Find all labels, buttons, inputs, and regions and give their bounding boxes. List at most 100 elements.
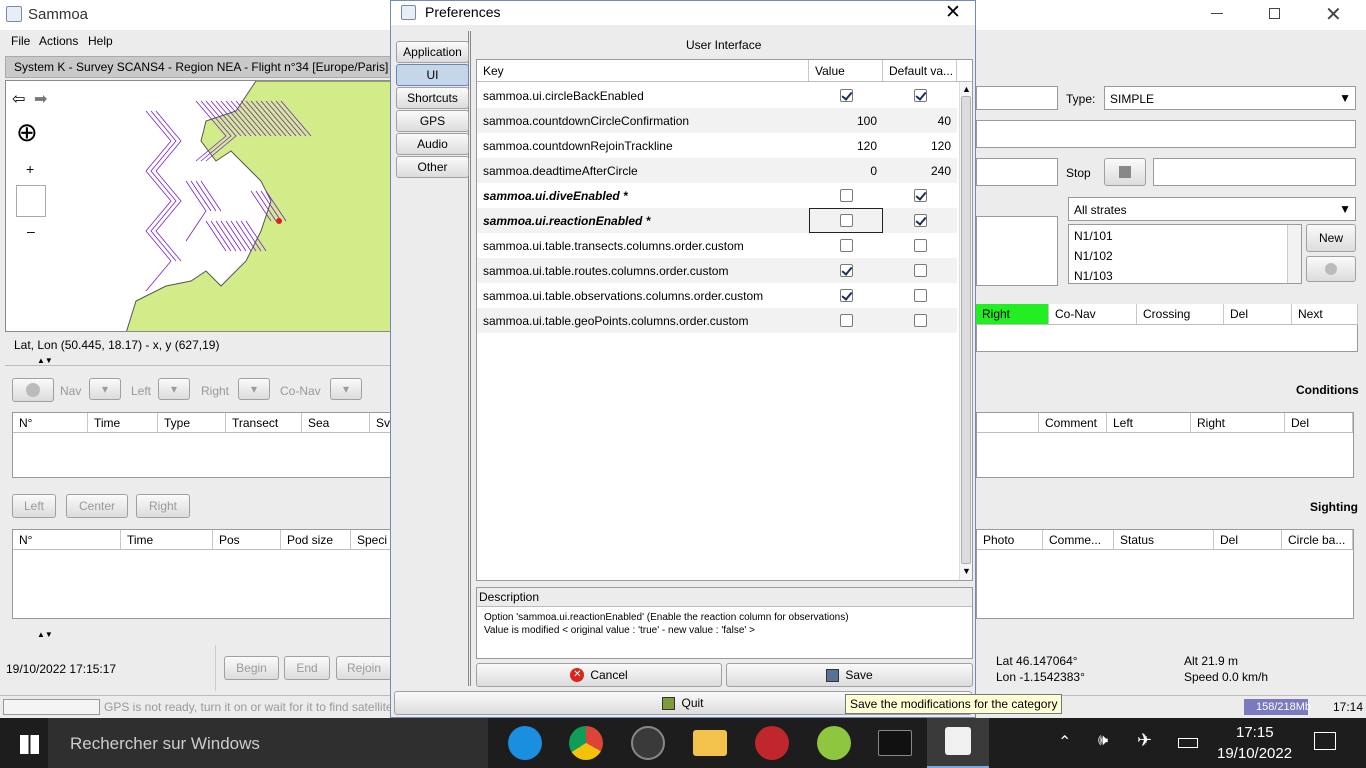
- pan-control-icon[interactable]: ⊕: [16, 117, 38, 148]
- pref-row[interactable]: sammoa.ui.table.routes.columns.order.cus…: [477, 258, 957, 283]
- prefs-table[interactable]: Key Value Default va... sammoa.ui.circle…: [476, 59, 973, 581]
- close-icon[interactable]: ✕: [1325, 2, 1342, 27]
- value-checkbox[interactable]: [839, 289, 853, 302]
- pref-default-cell[interactable]: [883, 208, 957, 233]
- start-field[interactable]: [976, 158, 1058, 186]
- transect-item[interactable]: N1/102: [1069, 245, 1301, 265]
- transect-field[interactable]: [976, 86, 1058, 110]
- pref-row[interactable]: sammoa.ui.table.geoPoints.columns.order.…: [477, 308, 957, 333]
- pref-value-cell[interactable]: [809, 258, 883, 283]
- pref-default-cell[interactable]: [883, 83, 957, 108]
- cond-col-right[interactable]: Right: [1191, 413, 1285, 432]
- close-icon[interactable]: ✕: [945, 1, 961, 24]
- rejoin-button[interactable]: Rejoin: [336, 656, 392, 680]
- pref-value-cell[interactable]: [809, 283, 883, 308]
- col-value[interactable]: Value: [809, 60, 883, 81]
- stop-button[interactable]: [1104, 158, 1146, 186]
- volume-icon[interactable]: 🕪: [1098, 732, 1108, 750]
- value-checkbox[interactable]: [839, 239, 853, 252]
- nav-col-del[interactable]: Del: [1224, 304, 1292, 324]
- file-explorer-icon[interactable]: [693, 730, 727, 756]
- obs-col-transect[interactable]: Transect: [226, 413, 302, 432]
- transect-scrollbar[interactable]: [1287, 225, 1301, 283]
- pref-value-cell[interactable]: 100: [809, 108, 883, 133]
- obs-col-type[interactable]: Type: [158, 413, 226, 432]
- nav-col-crossing[interactable]: Crossing: [1137, 304, 1224, 324]
- pos-left-button[interactable]: Left: [12, 494, 56, 518]
- transect-item[interactable]: N1/103: [1069, 265, 1301, 283]
- pref-default-cell[interactable]: [883, 308, 957, 333]
- pref-value-cell[interactable]: [809, 208, 883, 233]
- pref-value-cell[interactable]: [809, 308, 883, 333]
- obs-col-sv[interactable]: Sv: [370, 413, 391, 432]
- pan-left-icon[interactable]: ⇦: [12, 89, 25, 109]
- category-shortcuts[interactable]: Shortcuts: [396, 87, 469, 109]
- route-field[interactable]: [976, 120, 1356, 148]
- edge-icon[interactable]: [508, 726, 542, 760]
- pref-row[interactable]: sammoa.ui.table.transects.columns.order.…: [477, 233, 957, 258]
- pref-row[interactable]: sammoa.ui.table.observations.columns.ord…: [477, 283, 957, 308]
- notification-icon[interactable]: [1314, 732, 1336, 750]
- end-button[interactable]: End: [284, 656, 330, 680]
- menu-help[interactable]: Help: [88, 34, 113, 48]
- category-audio[interactable]: Audio: [396, 133, 469, 155]
- obs-record-button[interactable]: [12, 378, 54, 402]
- pref-default-cell[interactable]: [883, 283, 957, 308]
- pref-value-cell[interactable]: 0: [809, 158, 883, 183]
- maximize-icon[interactable]: [1269, 8, 1280, 19]
- transect-item[interactable]: N1/101: [1069, 225, 1301, 245]
- tray-chevron-icon[interactable]: ⌃: [1058, 732, 1071, 752]
- gimp-icon[interactable]: [631, 726, 665, 760]
- bug-app-icon[interactable]: [755, 726, 789, 760]
- obs-col-num[interactable]: N°: [13, 413, 88, 432]
- pref-default-cell[interactable]: 40: [883, 108, 957, 133]
- obs-col-sea[interactable]: Sea: [302, 413, 370, 432]
- sight-col-pos[interactable]: Pos: [213, 530, 281, 549]
- default-checkbox[interactable]: [913, 239, 927, 252]
- sr-col-circle[interactable]: Circle ba...: [1282, 530, 1353, 549]
- sight-col-podsize[interactable]: Pod size: [281, 530, 351, 549]
- zoom-slider[interactable]: [16, 185, 46, 217]
- transect-record-button[interactable]: [1306, 256, 1356, 282]
- col-default[interactable]: Default va...: [883, 60, 957, 81]
- zoom-out-icon[interactable]: –: [27, 223, 35, 239]
- default-checkbox[interactable]: [913, 189, 927, 202]
- value-checkbox[interactable]: [839, 314, 853, 327]
- zoom-in-icon[interactable]: +: [26, 161, 34, 177]
- value-checkbox[interactable]: [839, 214, 853, 227]
- transect-list[interactable]: N1/101 N1/102 N1/103: [1068, 224, 1302, 284]
- category-ui[interactable]: UI: [396, 64, 469, 86]
- menu-file[interactable]: File: [11, 34, 30, 48]
- pref-row[interactable]: sammoa.countdownCircleConfirmation 100 40: [477, 108, 957, 133]
- save-button[interactable]: Save: [726, 663, 973, 687]
- default-checkbox[interactable]: [913, 214, 927, 227]
- splitter-top[interactable]: ▲▼: [5, 356, 393, 366]
- pref-row[interactable]: sammoa.countdownRejoinTrackline 120 120: [477, 133, 957, 158]
- scroll-down-icon[interactable]: ▼: [962, 566, 971, 576]
- obs-col-time[interactable]: Time: [88, 413, 158, 432]
- default-checkbox[interactable]: [913, 289, 927, 302]
- notes-area[interactable]: [976, 216, 1058, 286]
- stop-field[interactable]: [1153, 158, 1356, 186]
- prefs-scrollbar[interactable]: ▲ ▼: [959, 82, 972, 580]
- pos-center-button[interactable]: Center: [66, 494, 128, 518]
- taskbar-time[interactable]: 17:15: [1236, 724, 1274, 741]
- pref-default-cell[interactable]: [883, 258, 957, 283]
- default-checkbox[interactable]: [913, 264, 927, 277]
- windows-start-icon[interactable]: [20, 735, 39, 754]
- sr-col-status[interactable]: Status: [1114, 530, 1214, 549]
- cond-col-left[interactable]: Left: [1107, 413, 1191, 432]
- map-view[interactable]: [6, 81, 393, 332]
- airplane-icon[interactable]: ✈: [1137, 730, 1152, 751]
- default-checkbox[interactable]: [913, 89, 927, 102]
- map-panel[interactable]: ⇦ ➡ ⊕ + –: [5, 80, 393, 332]
- strates-select[interactable]: All strates ▼: [1068, 197, 1356, 221]
- menu-actions[interactable]: Actions: [39, 34, 78, 48]
- pref-value-cell[interactable]: [809, 183, 883, 208]
- value-checkbox[interactable]: [839, 89, 853, 102]
- nav-col-next[interactable]: Next: [1292, 304, 1358, 324]
- sight-col-time[interactable]: Time: [121, 530, 213, 549]
- chrome-icon[interactable]: [569, 726, 603, 760]
- taskbar-date[interactable]: 19/10/2022: [1217, 745, 1292, 762]
- category-application[interactable]: Application: [396, 41, 469, 63]
